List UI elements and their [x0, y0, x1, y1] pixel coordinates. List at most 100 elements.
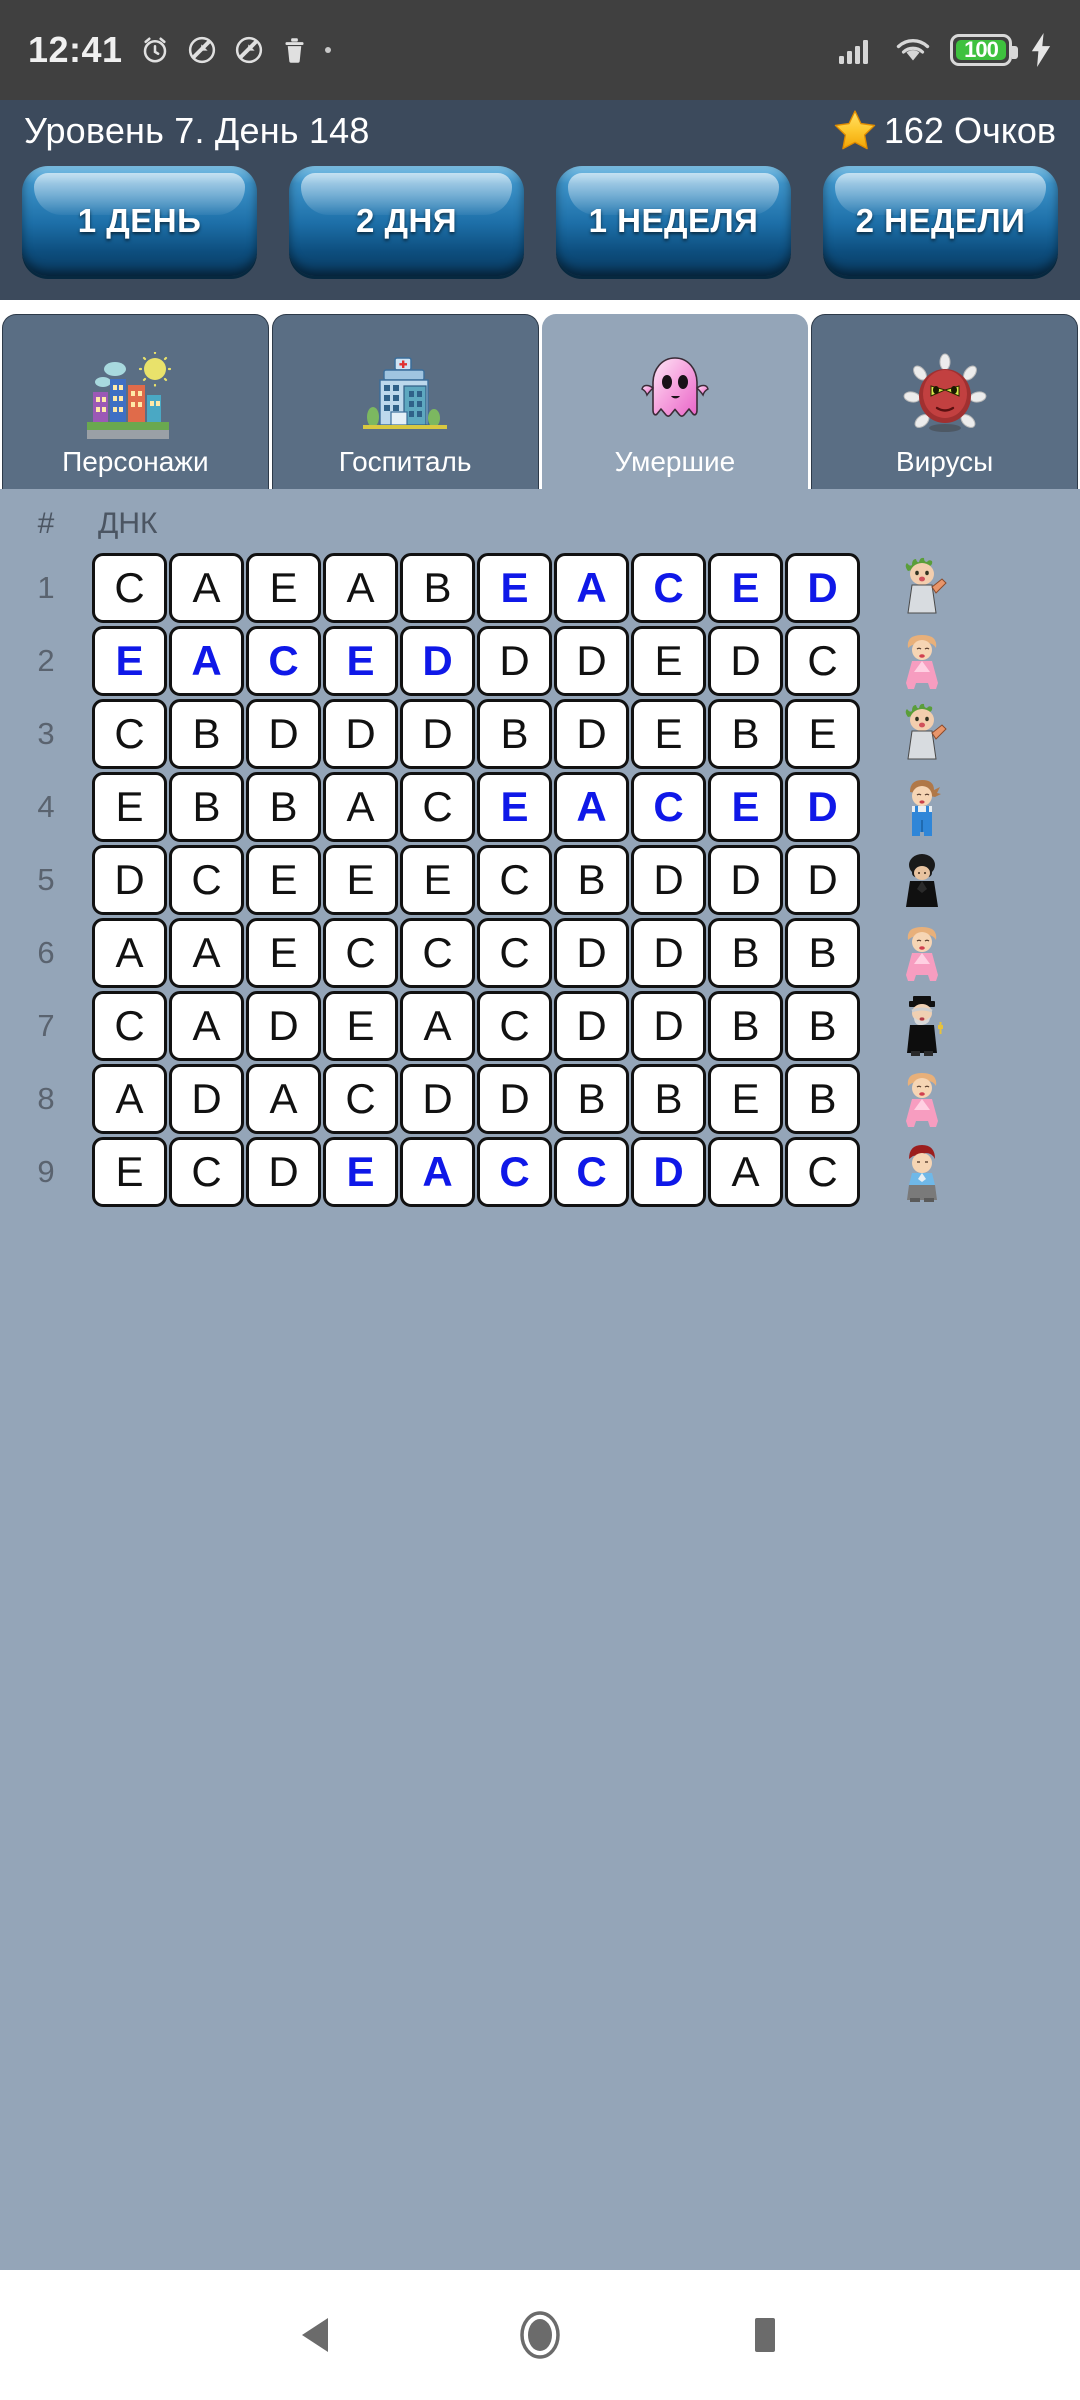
home-circle-icon[interactable]: [510, 2305, 570, 2365]
dna-cell[interactable]: D: [554, 625, 629, 696]
dna-cell[interactable]: E: [708, 552, 783, 623]
dna-cell[interactable]: D: [92, 844, 167, 915]
dna-cell[interactable]: C: [323, 917, 398, 988]
period-button-1-day[interactable]: 1 ДЕНЬ: [22, 166, 257, 276]
dna-cell[interactable]: E: [92, 771, 167, 842]
dna-cell[interactable]: C: [477, 917, 552, 988]
dna-cell[interactable]: D: [169, 1063, 244, 1134]
dna-cell[interactable]: A: [169, 552, 244, 623]
period-button-2-weeks[interactable]: 2 НЕДЕЛИ: [823, 166, 1058, 276]
period-button-1-week[interactable]: 1 НЕДЕЛЯ: [556, 166, 791, 276]
dna-cell[interactable]: C: [169, 844, 244, 915]
dna-cell[interactable]: A: [400, 1136, 475, 1207]
dna-cell[interactable]: D: [708, 625, 783, 696]
dna-cell[interactable]: B: [246, 771, 321, 842]
tab-hospital[interactable]: Госпиталь: [271, 314, 539, 489]
dna-cell[interactable]: B: [785, 990, 860, 1061]
dna-cell[interactable]: D: [785, 552, 860, 623]
dna-cell[interactable]: E: [477, 552, 552, 623]
dna-cell[interactable]: E: [477, 771, 552, 842]
dna-cell[interactable]: D: [477, 625, 552, 696]
tab-characters[interactable]: Персонажи: [2, 314, 269, 489]
dna-cell[interactable]: E: [323, 844, 398, 915]
dna-cell[interactable]: B: [554, 844, 629, 915]
table-row[interactable]: 5DCEEECBDDD: [0, 843, 1080, 916]
dna-cell[interactable]: E: [785, 698, 860, 769]
dna-cell[interactable]: B: [169, 771, 244, 842]
dna-cell[interactable]: E: [92, 625, 167, 696]
dna-cell[interactable]: C: [554, 1136, 629, 1207]
dna-cell[interactable]: A: [169, 990, 244, 1061]
dna-cell[interactable]: C: [477, 990, 552, 1061]
dna-cell[interactable]: E: [708, 771, 783, 842]
table-row[interactable]: 3CBDDDBDEBE: [0, 697, 1080, 770]
dna-cell[interactable]: B: [169, 698, 244, 769]
tab-deceased[interactable]: Умершие: [541, 314, 809, 489]
table-row[interactable]: 1CAEABEACED: [0, 551, 1080, 624]
dna-cell[interactable]: C: [400, 771, 475, 842]
dna-cell[interactable]: B: [785, 1063, 860, 1134]
dna-cell[interactable]: E: [246, 844, 321, 915]
dna-cell[interactable]: C: [785, 1136, 860, 1207]
table-row[interactable]: 6AAECCCDDBB: [0, 916, 1080, 989]
dna-cell[interactable]: B: [708, 698, 783, 769]
dna-cell[interactable]: D: [708, 844, 783, 915]
dna-cell[interactable]: C: [92, 552, 167, 623]
dna-cell[interactable]: C: [92, 990, 167, 1061]
dna-cell[interactable]: D: [554, 990, 629, 1061]
dna-cell[interactable]: C: [400, 917, 475, 988]
dna-cell[interactable]: B: [785, 917, 860, 988]
dna-cell[interactable]: D: [323, 698, 398, 769]
dna-cell[interactable]: E: [631, 625, 706, 696]
dna-cell[interactable]: D: [400, 625, 475, 696]
dna-cell[interactable]: D: [554, 917, 629, 988]
dna-cell[interactable]: D: [246, 990, 321, 1061]
dna-cell[interactable]: E: [323, 1136, 398, 1207]
dna-cell[interactable]: D: [400, 698, 475, 769]
dna-cell[interactable]: A: [554, 552, 629, 623]
dna-cell[interactable]: C: [92, 698, 167, 769]
dna-cell[interactable]: D: [631, 844, 706, 915]
period-button-2-days[interactable]: 2 ДНЯ: [289, 166, 524, 276]
dna-cell[interactable]: E: [323, 625, 398, 696]
dna-cell[interactable]: C: [785, 625, 860, 696]
back-triangle-icon[interactable]: [285, 2305, 345, 2365]
dna-cell[interactable]: B: [477, 698, 552, 769]
dna-cell[interactable]: C: [631, 552, 706, 623]
dna-cell[interactable]: C: [169, 1136, 244, 1207]
dna-cell[interactable]: C: [631, 771, 706, 842]
table-row[interactable]: 7CADEACDDBB: [0, 989, 1080, 1062]
dna-cell[interactable]: B: [400, 552, 475, 623]
dna-cell[interactable]: D: [785, 844, 860, 915]
dna-cell[interactable]: D: [631, 990, 706, 1061]
dna-cell[interactable]: A: [92, 1063, 167, 1134]
dna-cell[interactable]: A: [92, 917, 167, 988]
dna-cell[interactable]: A: [169, 917, 244, 988]
dna-cell[interactable]: B: [631, 1063, 706, 1134]
table-row[interactable]: 8ADACDDBBEB: [0, 1062, 1080, 1135]
table-row[interactable]: 4EBBACEACED: [0, 770, 1080, 843]
dna-cell[interactable]: D: [554, 698, 629, 769]
dna-cell[interactable]: C: [323, 1063, 398, 1134]
dna-cell[interactable]: B: [708, 990, 783, 1061]
dna-cell[interactable]: C: [477, 844, 552, 915]
dna-cell[interactable]: A: [246, 1063, 321, 1134]
dna-cell[interactable]: E: [246, 552, 321, 623]
dna-cell[interactable]: D: [631, 1136, 706, 1207]
dna-cell[interactable]: C: [246, 625, 321, 696]
dna-cell[interactable]: A: [708, 1136, 783, 1207]
tab-viruses[interactable]: Вирусы: [811, 314, 1078, 489]
dna-cell[interactable]: A: [169, 625, 244, 696]
dna-cell[interactable]: D: [477, 1063, 552, 1134]
dna-cell[interactable]: E: [246, 917, 321, 988]
dna-cell[interactable]: D: [785, 771, 860, 842]
dna-cell[interactable]: A: [323, 771, 398, 842]
dna-cell[interactable]: D: [246, 698, 321, 769]
dna-cell[interactable]: A: [554, 771, 629, 842]
recents-square-icon[interactable]: [735, 2305, 795, 2365]
dna-cell[interactable]: B: [708, 917, 783, 988]
dna-cell[interactable]: E: [631, 698, 706, 769]
dna-cell[interactable]: D: [400, 1063, 475, 1134]
dna-cell[interactable]: D: [631, 917, 706, 988]
dna-cell[interactable]: B: [554, 1063, 629, 1134]
